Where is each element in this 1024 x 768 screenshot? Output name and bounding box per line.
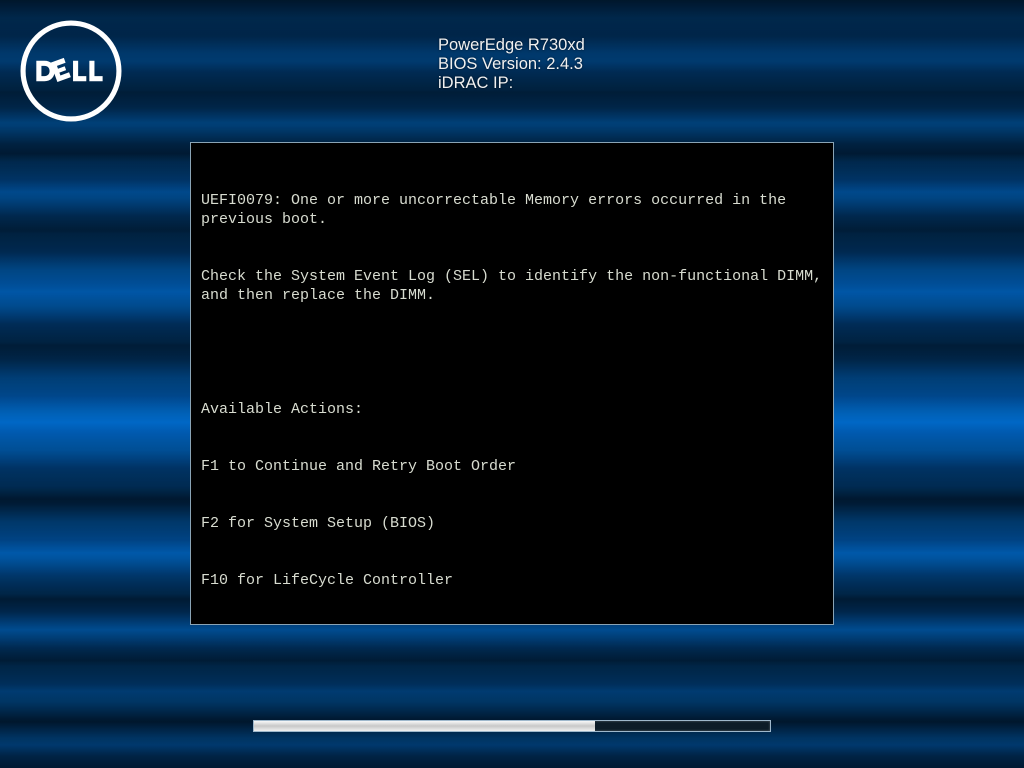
model-name: PowerEdge R730xd — [438, 36, 585, 55]
terminal-line: F1 to Continue and Retry Boot Order — [201, 457, 823, 476]
bios-version-line: BIOS Version: 2.4.3 — [438, 55, 585, 74]
terminal-blank — [201, 343, 823, 362]
terminal-line: UEFI0079: One or more uncorrectable Memo… — [201, 191, 823, 229]
idrac-label: iDRAC IP: — [438, 74, 513, 92]
bios-version: 2.4.3 — [546, 55, 583, 73]
system-header: PowerEdge R730xd BIOS Version: 2.4.3 iDR… — [438, 36, 585, 93]
terminal-line: Available Actions: — [201, 400, 823, 419]
dell-logo — [20, 20, 122, 122]
boot-progress-fill — [254, 721, 595, 731]
terminal-line: Check the System Event Log (SEL) to iden… — [201, 267, 823, 305]
terminal-line: F10 for LifeCycle Controller — [201, 571, 823, 590]
idrac-ip-line: iDRAC IP: — [438, 74, 585, 93]
bios-label: BIOS Version: — [438, 55, 542, 73]
boot-progress-bar — [253, 720, 771, 732]
terminal-line: F2 for System Setup (BIOS) — [201, 514, 823, 533]
boot-message-terminal: UEFI0079: One or more uncorrectable Memo… — [190, 142, 834, 625]
